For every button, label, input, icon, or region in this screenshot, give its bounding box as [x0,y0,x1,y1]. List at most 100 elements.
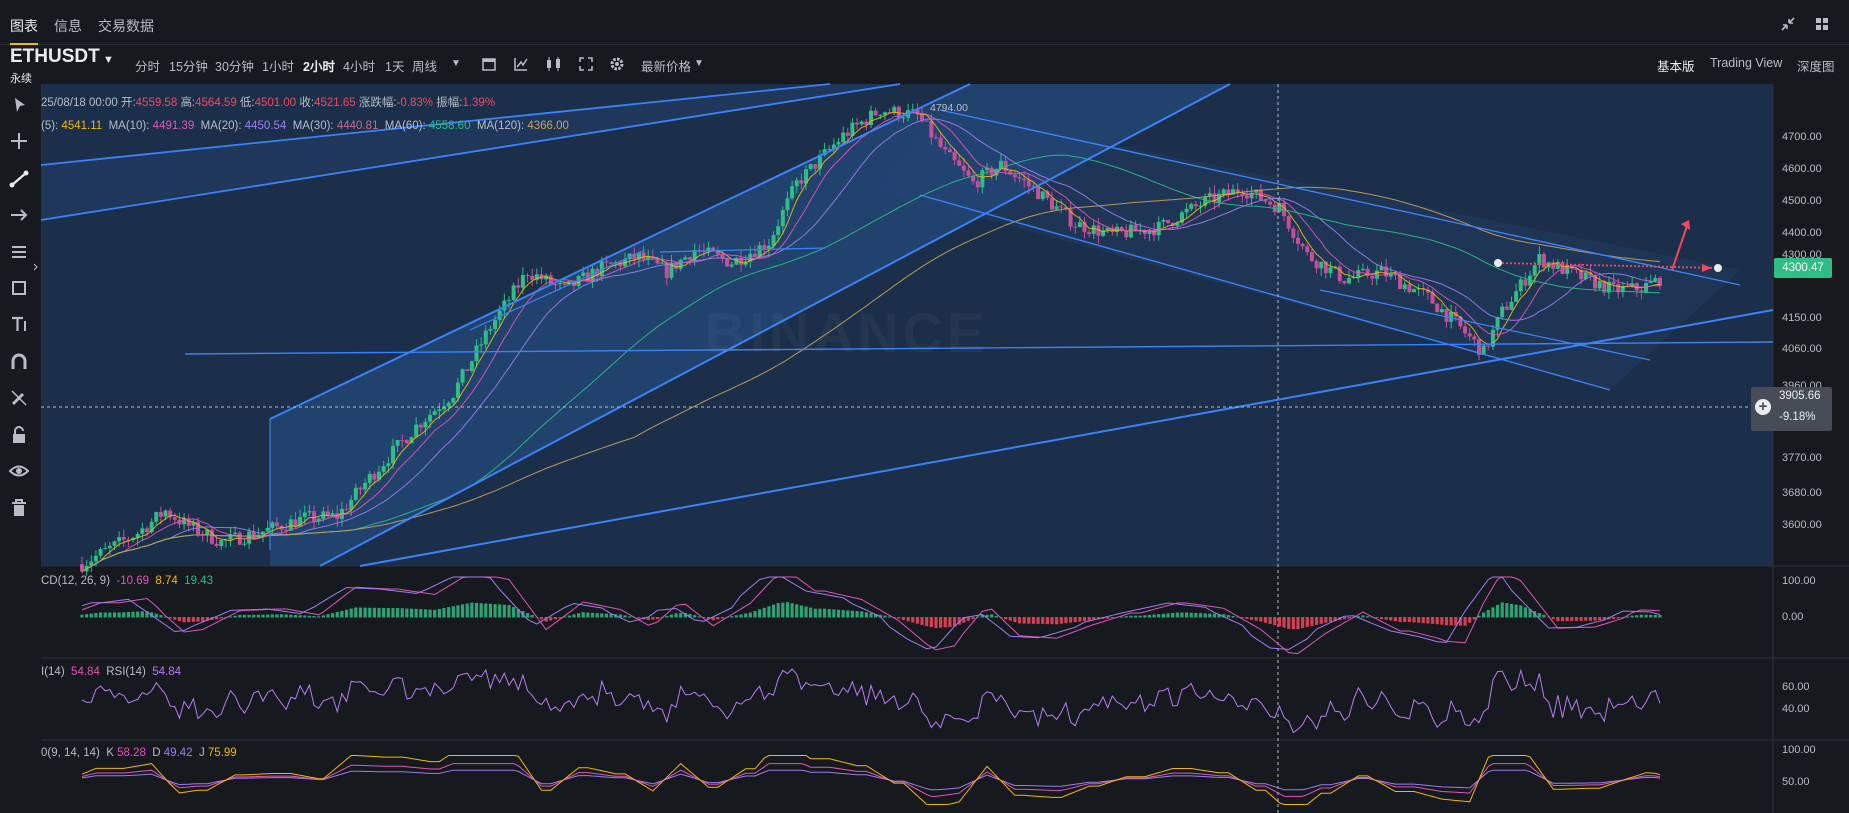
ohlc-low-label: 低: [239,97,255,109]
candle-body [1050,197,1055,210]
macd-bar [409,608,414,618]
macd-bar [549,617,553,621]
candle-body [1328,267,1333,274]
macd-bar [1412,617,1416,623]
candle-body [929,120,934,138]
ohlc-high-label: 高: [180,97,196,109]
macd-bar [1593,617,1597,621]
candle-body [395,440,400,446]
macd-bar [293,614,298,618]
macd-bar [1268,617,1272,624]
macd-bar [344,609,349,618]
candle-body [609,262,614,264]
candle-body [265,527,270,532]
macd-bar [1542,614,1546,618]
macd-bar [1166,613,1170,618]
candle-body [1091,225,1096,235]
macd-bar [1055,617,1059,625]
macd-bar [1407,617,1411,622]
macd-bar [827,609,831,618]
macd-bar [1129,615,1133,618]
macd-bar [730,616,734,618]
macd-bar [1361,615,1365,618]
macd-bar [1556,617,1560,622]
candle-body [1356,270,1361,277]
crosshair-price-box: + 3905.66 -9.18% [1751,387,1832,431]
candle-body [121,537,126,540]
macd-bar [1133,615,1138,618]
candle-body [1040,191,1045,200]
macd-bar [382,607,386,618]
candle-body [660,262,665,264]
macd-bar [1584,617,1588,621]
ma20-value: 4450.54 [244,120,287,132]
candle-body [423,421,428,428]
macd-bar [1273,617,1277,626]
macd-bar [354,607,358,618]
macd-bar [785,602,790,618]
macd-bar [1384,617,1388,620]
candle-body [785,198,790,211]
candle-body [1500,306,1505,318]
macd-bar [442,608,446,618]
macd-bar [943,617,947,628]
kdj-legend: 0(9, 14, 14) K 58.28 D 49.42 J 75.99 [41,747,237,759]
macd-bar [242,614,247,618]
macd-bar [1198,613,1203,618]
macd-bar [1194,612,1198,618]
macd-bar [1560,617,1565,622]
macd-bar [1523,607,1528,618]
macd-bar [915,617,920,624]
macd-bar [623,615,627,618]
candle-body [1309,252,1314,261]
macd-bar [122,612,126,618]
macd-bar [841,610,845,618]
ma60-label: MA(60): [384,120,426,132]
candle-body [117,537,122,542]
macd-bar [317,616,321,618]
price-tick: 3680.00 [1782,487,1822,499]
macd-bar [813,608,817,618]
macd-bar [479,603,483,618]
candle-body [729,264,734,267]
candle-body [1514,291,1519,302]
macd-bar [400,608,404,618]
candle-body [1244,195,1249,199]
macd-bar [493,604,497,618]
macd-bar [414,608,418,618]
candle-body [479,344,484,346]
ma10-label: MA(10): [108,120,150,132]
macd-bar [368,607,372,618]
macd-dea: 8.74 [155,575,178,587]
kdj-k-label: K [106,747,114,759]
candle-body [641,252,646,260]
macd-bar [507,605,511,618]
add-alert-icon[interactable]: + [1755,399,1771,415]
candle-body [1653,277,1658,282]
candle-body [836,142,841,145]
macd-bar [1393,617,1398,622]
macd-bar [201,617,205,622]
macd-bar [628,616,632,618]
macd-bar [1565,617,1569,621]
ma120-label: MA(120): [476,120,525,132]
target-end-handle [1714,264,1722,272]
rsi-label-2: RSI(14) [106,666,146,678]
macd-bar [428,609,432,618]
macd-bar [1644,614,1648,618]
candle-body [725,258,730,267]
candle-body [465,369,470,371]
candle-body [558,283,563,285]
candle-body [358,487,363,490]
ma60-value: 4558.60 [428,120,471,132]
macd-bar [1013,617,1017,623]
macd-bar [377,607,381,618]
candle-body [1314,260,1319,269]
macd-bar [665,615,669,618]
candle-body [1486,345,1491,347]
macd-bar [734,615,739,618]
macd-bar [795,604,799,618]
candle-body [219,540,224,546]
candle-body [1402,284,1407,290]
candle-body [428,414,433,422]
